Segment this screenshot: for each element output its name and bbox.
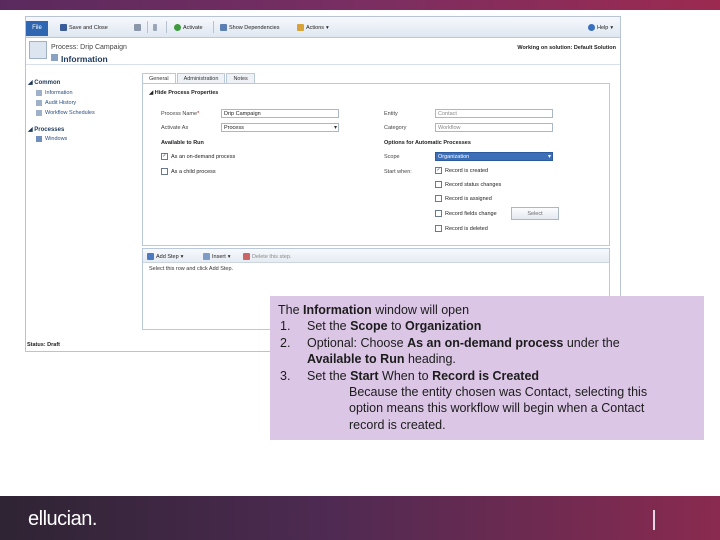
scope-select[interactable]: Organization <box>435 152 553 161</box>
chevron-down-icon: ▾ <box>610 24 614 31</box>
activate-button[interactable]: Activate <box>174 23 203 32</box>
help-menu[interactable]: Help ▾ <box>588 23 613 32</box>
ribbon-separator <box>213 21 214 33</box>
actions-icon <box>297 24 304 31</box>
process-name-input[interactable]: Drip Campaign <box>221 109 339 118</box>
windows-icon <box>36 136 42 142</box>
delete-icon <box>243 253 250 260</box>
ribbon-separator <box>147 21 148 33</box>
top-accent-bar <box>0 0 720 10</box>
note-step-2: 2. Optional: Choose As an on-demand proce… <box>280 335 620 350</box>
steps-hint: Select this row and click Add Step. <box>149 266 234 272</box>
form-subtitle: Process: Drip Campaign <box>51 44 127 51</box>
category-field: Workflow <box>435 123 553 132</box>
instruction-callout: The Information window will open 1. Set t… <box>270 296 704 440</box>
help-icon <box>588 24 595 31</box>
insert-icon <box>203 253 210 260</box>
show-dependencies-button[interactable]: Show Dependencies <box>220 23 279 32</box>
print-icon <box>134 24 141 31</box>
on-demand-checkbox[interactable]: ✓ As an on-demand process <box>161 153 235 160</box>
insert-button[interactable]: Insert ▾ <box>203 252 231 261</box>
activate-as-label: Activate As <box>161 125 189 131</box>
start-record-deleted-checkbox[interactable]: Record is deleted <box>435 225 488 232</box>
entity-label: Entity <box>384 111 398 117</box>
note-step-3: 3. Set the Start When to Record is Create… <box>280 368 540 383</box>
paperclip-icon <box>153 24 157 31</box>
form-title-icon <box>51 54 58 61</box>
note-step-1: 1. Set the Scope to Organization <box>280 319 482 334</box>
add-icon <box>147 253 154 260</box>
start-status-changes-checkbox[interactable]: Record status changes <box>435 181 501 188</box>
activate-icon <box>174 24 181 31</box>
note-detail-line: record is created. <box>349 417 446 432</box>
chevron-down-icon: ▾ <box>227 253 231 260</box>
form-header: Process: Drip Campaign Information Worki… <box>26 38 620 65</box>
audit-icon <box>36 100 42 106</box>
file-tab[interactable]: File <box>26 21 48 36</box>
note-detail-line: option means this workflow will begin wh… <box>349 401 645 416</box>
page-title: Information <box>61 54 108 64</box>
ribbon: File Save and Close Activate Show Depend… <box>26 17 620 38</box>
select-fields-button[interactable]: Select <box>511 207 559 220</box>
general-tab-content: ◢ Hide Process Properties Process Name* … <box>142 83 610 246</box>
start-when-label: Start when: <box>384 169 412 175</box>
schedule-icon <box>36 110 42 116</box>
required-marker: * <box>197 111 200 117</box>
checkmark-icon: ✓ <box>435 167 442 174</box>
footer-bar <box>0 496 720 540</box>
left-nav: ◢ Common Information Audit History Workf… <box>26 65 138 341</box>
nav-item-audit-history[interactable]: Audit History <box>36 100 76 106</box>
chevron-down-icon: ▾ <box>180 253 184 260</box>
information-icon <box>36 90 42 96</box>
options-automatic-heading: Options for Automatic Processes <box>384 140 471 146</box>
start-fields-change-checkbox[interactable]: Record fields change <box>435 210 497 217</box>
save-close-button[interactable]: Save and Close <box>60 23 108 32</box>
nav-item-information[interactable]: Information <box>36 90 73 96</box>
start-record-assigned-checkbox[interactable]: Record is assigned <box>435 195 492 202</box>
start-record-created-checkbox[interactable]: ✓ Record is created <box>435 167 488 174</box>
ellucian-logo: ellucian. <box>28 508 97 530</box>
nav-section-common[interactable]: ◢ Common <box>28 79 60 86</box>
solution-label: Working on solution: Default Solution <box>517 45 616 51</box>
dependencies-icon <box>220 24 227 31</box>
available-to-run-heading: Available to Run <box>161 140 204 146</box>
note-intro: The Information window will open <box>278 303 470 317</box>
process-icon <box>29 41 47 59</box>
save-icon <box>60 24 67 31</box>
attach-button[interactable] <box>153 23 157 32</box>
chevron-down-icon: ▾ <box>326 24 329 31</box>
form-tabs: General Administration Notes <box>142 73 256 84</box>
process-name-label: Process Name* <box>161 111 200 117</box>
child-process-checkbox[interactable]: As a child process <box>161 168 216 175</box>
nav-section-processes[interactable]: ◢ Processes <box>28 126 64 133</box>
activate-as-select[interactable]: Process <box>221 123 339 132</box>
note-step-2-cont: Available to Run heading. <box>307 352 456 367</box>
print-button[interactable] <box>134 23 141 32</box>
actions-menu[interactable]: Actions ▾ <box>297 23 329 32</box>
nav-item-workflow-schedules[interactable]: Workflow Schedules <box>36 110 95 116</box>
entity-field: Contact <box>435 109 553 118</box>
footer-divider <box>653 510 655 530</box>
status-bar: Status: Draft <box>27 342 61 348</box>
scope-label: Scope <box>384 154 400 160</box>
checkmark-icon: ✓ <box>161 153 168 160</box>
section-toggle[interactable]: ◢ Hide Process Properties <box>149 90 218 96</box>
ribbon-separator <box>166 21 167 33</box>
add-step-button[interactable]: Add Step ▾ <box>147 252 183 261</box>
steps-toolbar: Add Step ▾ Insert ▾ Delete this step. <box>143 249 609 263</box>
delete-step-button[interactable]: Delete this step. <box>243 252 291 261</box>
category-label: Category <box>384 125 407 131</box>
nav-item-windows[interactable]: Windows <box>36 136 67 142</box>
note-detail-line: Because the entity chosen was Contact, s… <box>349 385 648 400</box>
